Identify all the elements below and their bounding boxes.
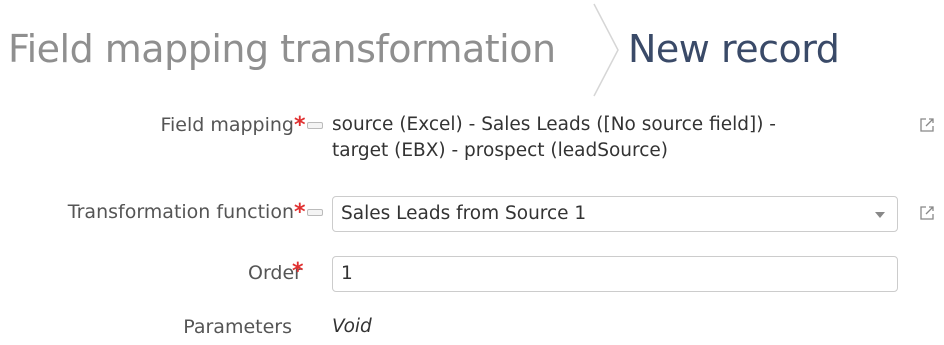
breadcrumb: Field mapping transformation New record bbox=[0, 0, 944, 100]
parameters-row: Parameters Void bbox=[0, 316, 944, 344]
field-mapping-row: Field mapping * source (Excel) - Sales L… bbox=[0, 112, 944, 176]
field-mapping-value[interactable]: source (Excel) - Sales Leads ([No source… bbox=[332, 112, 907, 164]
field-mapping-label: Field mapping bbox=[160, 114, 294, 136]
external-link-icon[interactable] bbox=[918, 116, 936, 134]
breadcrumb-parent[interactable]: Field mapping transformation bbox=[8, 30, 556, 68]
required-mark: * bbox=[292, 259, 304, 284]
field-mapping-value-line1: source (Excel) - Sales Leads ([No source… bbox=[332, 114, 776, 135]
parameters-value: Void bbox=[332, 316, 372, 337]
transformation-function-row: Transformation function * Sales Leads fr… bbox=[0, 194, 944, 234]
order-input[interactable]: 1 bbox=[332, 256, 898, 292]
link-indicator-icon bbox=[307, 122, 323, 129]
required-mark: * bbox=[294, 200, 306, 225]
link-indicator-icon bbox=[307, 209, 323, 216]
page-title: New record bbox=[628, 27, 840, 71]
required-mark: * bbox=[294, 113, 306, 138]
field-mapping-value-line2: target (EBX) - prospect (leadSource) bbox=[332, 139, 668, 161]
parameters-label: Parameters bbox=[183, 316, 292, 338]
dropdown-caret-icon[interactable] bbox=[875, 212, 885, 218]
order-row: Order * 1 bbox=[0, 256, 944, 296]
external-link-icon[interactable] bbox=[918, 204, 936, 222]
transformation-function-selected: Sales Leads from Source 1 bbox=[341, 203, 587, 224]
transformation-function-select[interactable]: Sales Leads from Source 1 bbox=[332, 196, 898, 232]
order-value: 1 bbox=[341, 263, 353, 284]
chevron-separator-icon bbox=[593, 3, 619, 97]
transformation-function-label: Transformation function bbox=[67, 201, 294, 223]
